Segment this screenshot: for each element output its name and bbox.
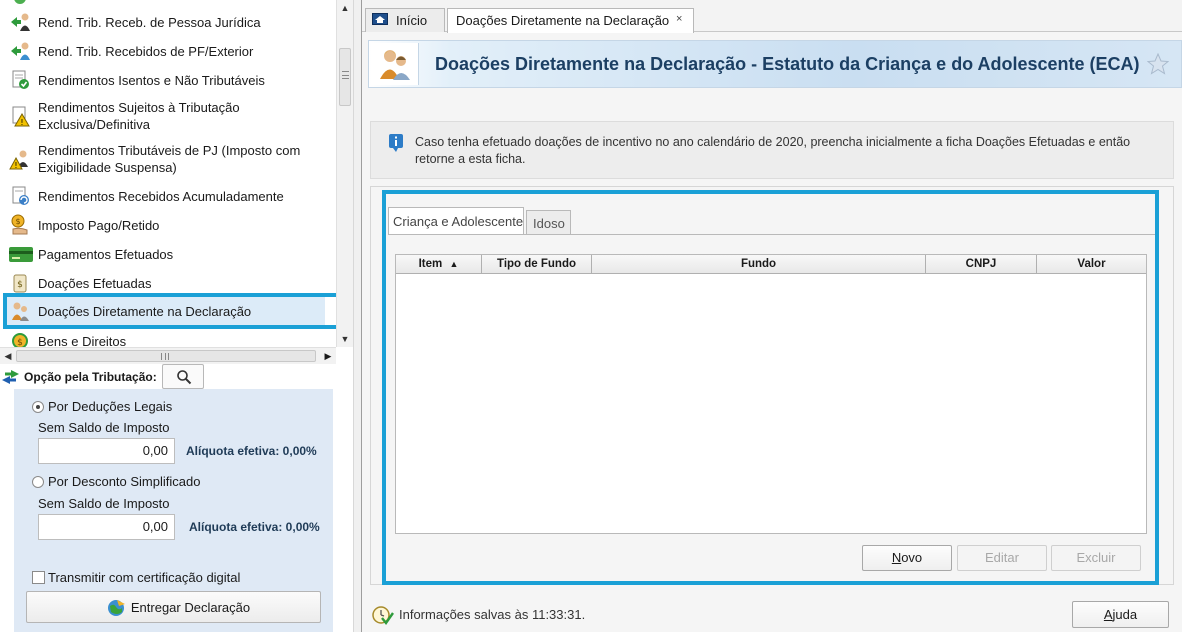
swap-arrows-icon (2, 370, 19, 384)
sidebar-item-rend-trib-pj[interactable]: Rend. Trib. Receb. de Pessoa Jurídica (0, 12, 336, 32)
sidebar-item-rend-isentos[interactable]: Rendimentos Isentos e Não Tributáveis (0, 70, 336, 90)
person-income-icon (11, 13, 30, 31)
sidebar-item-imposto-pago[interactable]: $ Imposto Pago/Retido (0, 214, 336, 235)
legal-balance-label: Sem Saldo de Imposto (38, 420, 170, 435)
tab-idoso[interactable]: Idoso (526, 210, 571, 234)
deliver-declaration-label: Entregar Declaração (130, 600, 251, 615)
sidebar-item-doacoes-efetuadas[interactable]: $ Doações Efetuadas (0, 273, 336, 293)
partial-icon (14, 0, 26, 4)
document-tabbar: Início Doações Diretamente na Declaração… (362, 0, 1182, 33)
edit-button[interactable]: Editar (957, 545, 1047, 571)
panel-splitter[interactable] (353, 0, 362, 632)
simplified-tax-value: 0,00 (38, 514, 175, 540)
sidebar-item-doacoes-declaracao[interactable]: Doações Diretamente na Declaração (0, 297, 336, 326)
legal-tax-value: 0,00 (38, 438, 175, 464)
column-fundo[interactable]: Fundo (592, 255, 926, 274)
svg-text:$: $ (17, 280, 23, 290)
scroll-left-icon[interactable]: ◀ (0, 348, 16, 364)
person-exterior-icon (11, 42, 30, 60)
info-icon (389, 134, 403, 152)
scroll-right-icon[interactable]: ▶ (320, 347, 336, 364)
donation-jar-icon: $ (13, 274, 27, 293)
donations-table[interactable]: Item ▲ Tipo de Fundo Fundo CNPJ Valor (395, 254, 1147, 534)
tab-doacoes-declaracao[interactable]: Doações Diretamente na Declaração × (447, 8, 694, 33)
status-text: Informações salvas às 11:33:31. (399, 607, 586, 622)
scroll-thumb[interactable] (339, 48, 351, 106)
deliver-declaration-button[interactable]: Entregar Declaração (26, 591, 321, 623)
close-tab-icon[interactable]: × (676, 13, 682, 25)
family-icon (380, 50, 410, 80)
svg-text:$: $ (15, 217, 20, 226)
sidebar-item-bens-direitos[interactable]: $ Bens e Direitos (0, 331, 336, 347)
assets-coin-icon: $ (12, 333, 28, 347)
simplified-effective-rate: Alíquota efetiva: 0,00% (189, 520, 320, 534)
sort-ascending-icon: ▲ (449, 259, 459, 269)
left-panel: Rend. Trib. Receb. de Pessoa Jurídica Re… (0, 0, 353, 632)
tab-inicio[interactable]: Início (365, 8, 445, 32)
favorite-star-icon[interactable] (1147, 53, 1169, 75)
simplified-balance-label: Sem Saldo de Imposto (38, 496, 170, 511)
sidebar-item-rend-suspensa[interactable]: ! Rendimentos Tributáveis de PJ (Imposto… (0, 141, 336, 177)
suspended-tax-icon: ! (9, 150, 28, 170)
table-header: Item ▲ Tipo de Fundo Fundo CNPJ Valor (396, 255, 1146, 274)
digital-certificate-checkbox[interactable] (32, 571, 45, 584)
horizontal-scrollbar[interactable]: ◀ (0, 347, 336, 364)
scroll-thumb-horizontal[interactable] (16, 350, 316, 362)
sidebar-item-rend-exclusiva[interactable]: ! Rendimentos Sujeitos à Tributação Excl… (0, 98, 336, 134)
legal-deductions-label: Por Deduções Legais (48, 399, 173, 414)
legal-deductions-radio[interactable] (32, 401, 44, 413)
simplified-discount-label: Por Desconto Simplificado (48, 474, 201, 489)
column-cnpj[interactable]: CNPJ (926, 255, 1037, 274)
magnifier-icon (177, 370, 192, 385)
column-valor[interactable]: Valor (1037, 255, 1146, 274)
page-header: Doações Diretamente na Declaração - Esta… (368, 40, 1182, 88)
digital-certificate-label: Transmitir com certificação digital (48, 570, 241, 585)
help-button[interactable]: Ajuda (1072, 601, 1169, 628)
vertical-scrollbar[interactable]: ▲ ▼ (336, 0, 353, 347)
sidebar-item-rend-acumulada[interactable]: Rendimentos Recebidos Acumuladamente (0, 186, 336, 206)
page-title: Doações Diretamente na Declaração - Esta… (435, 54, 1140, 74)
tab-crianca-adolescente[interactable]: Criança e Adolescente (388, 207, 524, 235)
svg-text:$: $ (17, 338, 23, 347)
main-panel: Início Doações Diretamente na Declaração… (362, 0, 1182, 632)
accumulated-income-icon (12, 186, 29, 205)
info-message: Caso tenha efetuado doações de incentivo… (370, 121, 1174, 179)
delete-button[interactable]: Excluir (1051, 545, 1141, 571)
warning-document-icon: ! (12, 106, 30, 127)
saved-clock-icon (372, 606, 394, 626)
credit-card-icon (9, 247, 33, 262)
column-item[interactable]: Item ▲ (396, 255, 482, 274)
status-bar: Informações salvas às 11:33:31. Ajuda (362, 596, 1182, 632)
svg-text:!: ! (14, 161, 17, 170)
tax-option-title: Opção pela Tributação: (24, 370, 157, 384)
new-button[interactable]: Novo (862, 545, 952, 571)
tax-paid-icon: $ (11, 214, 28, 235)
family-icon (12, 302, 29, 321)
legal-effective-rate: Alíquota efetiva: 0,00% (186, 444, 317, 458)
sidebar-item-rend-trib-pf[interactable]: Rend. Trib. Recebidos de PF/Exterior (0, 41, 336, 61)
svg-text:!: ! (20, 118, 23, 127)
header-icon-frame (371, 43, 419, 85)
scroll-down-icon[interactable]: ▼ (337, 331, 353, 347)
scroll-up-icon[interactable]: ▲ (337, 0, 353, 16)
sidebar-item-pagamentos[interactable]: Pagamentos Efetuados (0, 244, 336, 264)
exempt-income-icon (12, 70, 29, 89)
simplified-discount-radio[interactable] (32, 476, 44, 488)
form-tree: Rend. Trib. Receb. de Pessoa Jurídica Re… (0, 0, 336, 347)
home-monitor-icon (372, 13, 388, 25)
info-text: Caso tenha efetuado doações de incentivo… (415, 135, 1131, 166)
tax-compare-button[interactable] (162, 364, 204, 389)
column-tipo-fundo[interactable]: Tipo de Fundo (482, 255, 592, 274)
